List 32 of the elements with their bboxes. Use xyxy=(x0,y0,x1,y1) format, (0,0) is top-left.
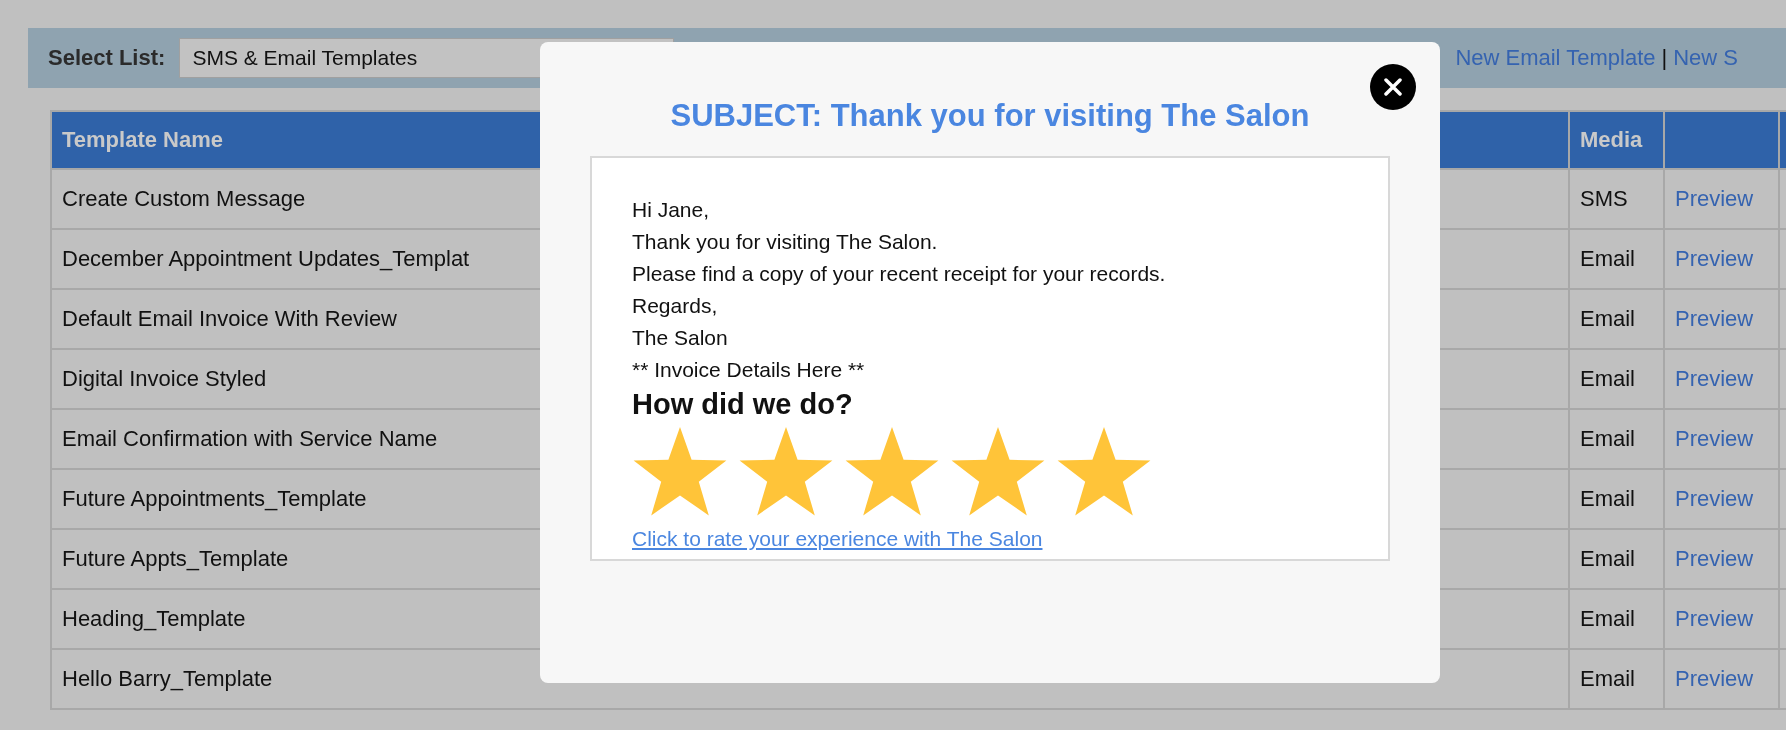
media-cell: Email xyxy=(1570,290,1665,350)
select-list-label: Select List: xyxy=(48,45,166,71)
new-template-link[interactable]: New S xyxy=(1673,45,1738,71)
preview-link[interactable]: Preview xyxy=(1675,306,1754,332)
preview-link[interactable]: Preview xyxy=(1675,486,1754,512)
media-cell: Email xyxy=(1570,230,1665,290)
link-separator: | xyxy=(1661,45,1668,71)
preview-link[interactable]: Preview xyxy=(1675,606,1754,632)
email-text-line: Thank you for visiting The Salon. xyxy=(632,229,938,255)
rate-link[interactable]: Click to rate your experience with The Salon xyxy=(632,527,1043,551)
media-cell: Email xyxy=(1570,590,1665,650)
email-text-line: Hi Jane, xyxy=(632,197,710,223)
column-header: Media xyxy=(1570,112,1665,170)
email-text-line: Please find a copy of your recent receipt for your records. xyxy=(632,261,1166,287)
email-text-line: The Salon xyxy=(632,325,728,351)
preview-link[interactable]: Preview xyxy=(1675,246,1754,272)
media-cell: Email xyxy=(1570,470,1665,530)
close-button[interactable] xyxy=(1370,64,1416,110)
preview-link[interactable]: Preview xyxy=(1675,666,1754,692)
preview-link[interactable]: Preview xyxy=(1675,426,1754,452)
media-cell: Email xyxy=(1570,410,1665,470)
media-cell: Email xyxy=(1570,350,1665,410)
email-text-line: ** Invoice Details Here ** xyxy=(632,357,865,383)
preview-link[interactable]: Preview xyxy=(1675,186,1754,212)
email-text-line: Regards, xyxy=(632,293,718,319)
media-cell: Email xyxy=(1570,530,1665,590)
close-icon xyxy=(1384,78,1402,96)
preview-link[interactable]: Preview xyxy=(1675,546,1754,572)
new-template-link[interactable]: New Email Template xyxy=(1455,45,1656,71)
media-cell: Email xyxy=(1570,650,1665,710)
preview-link[interactable]: Preview xyxy=(1675,366,1754,392)
media-cell: SMS xyxy=(1570,170,1665,230)
